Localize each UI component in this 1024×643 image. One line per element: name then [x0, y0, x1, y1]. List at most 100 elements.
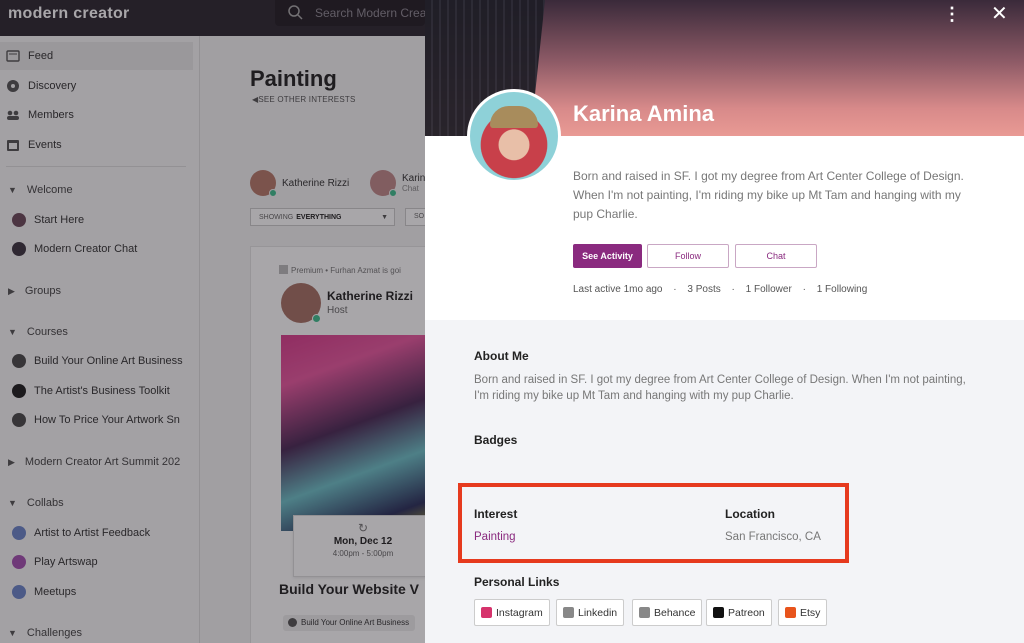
sidebar-item-members[interactable]: Members	[0, 101, 193, 129]
link-etsy[interactable]: Etsy	[778, 599, 828, 626]
location-value: San Francisco, CA	[725, 531, 821, 543]
followers-count[interactable]: 1 Follower	[746, 284, 792, 295]
follow-button[interactable]: Follow	[647, 244, 729, 268]
search-input[interactable]: Search Modern Creator	[315, 6, 440, 20]
premium-icon	[279, 265, 288, 274]
search-icon	[288, 5, 303, 20]
course-icon	[12, 413, 26, 427]
author-name[interactable]: Katherine Rizzi	[327, 289, 413, 303]
filter-select[interactable]: SHOWING EVERYTHING ▼	[250, 208, 395, 226]
sidebar-item-label: Events	[28, 139, 62, 151]
link-linkedin[interactable]: Linkedin	[556, 599, 625, 626]
sidebar-item-label: Modern Creator Chat	[34, 243, 138, 255]
more-options-icon[interactable]: ⋮	[943, 4, 961, 25]
sidebar-item-events[interactable]: Events	[0, 131, 193, 159]
about-heading: About Me	[474, 349, 529, 363]
section-courses[interactable]: ▼ Courses	[8, 326, 68, 338]
sidebar-item-collab[interactable]: Meetups	[12, 582, 192, 602]
link-label: Etsy	[800, 606, 821, 619]
profile-stats: Last active 1mo ago · 3 Posts · 1 Follow…	[573, 284, 875, 295]
sidebar-item-label: Build Your Online Art Business	[34, 355, 183, 367]
post-meta: Premium • Furhan Azmat is goi	[279, 265, 401, 275]
post-meta-text: Premium • Furhan Azmat is goi	[291, 266, 401, 275]
sidebar-item-collab[interactable]: Play Artswap	[12, 552, 192, 572]
posts-count[interactable]: 3 Posts	[687, 284, 720, 295]
channel-icon	[12, 213, 26, 227]
channel-icon	[12, 585, 26, 599]
link-label: Linkedin	[578, 606, 618, 619]
section-summit[interactable]: ▶ Modern Creator Art Summit 202	[8, 456, 180, 468]
interest-heading: Interest	[474, 507, 518, 521]
sidebar-item-feed[interactable]: Feed	[0, 42, 193, 70]
calendar-icon	[7, 140, 19, 151]
course-icon	[12, 354, 26, 368]
link-label: Patreon	[728, 606, 765, 619]
feed-area: Painting ◀SEE OTHER INTERESTS Katherine …	[200, 36, 425, 643]
sort-select[interactable]: SO	[405, 208, 425, 226]
channel-icon	[12, 242, 26, 256]
sidebar-item-discovery[interactable]: Discovery	[0, 72, 193, 100]
feed-icon	[6, 50, 20, 62]
location-heading: Location	[725, 507, 775, 521]
chat-button[interactable]: Chat	[735, 244, 817, 268]
post-image[interactable]	[281, 335, 425, 531]
sidebar-item-course[interactable]: How To Price Your Artwork Sn	[12, 410, 192, 430]
recurring-icon: ↻	[357, 521, 369, 535]
following-count[interactable]: 1 Following	[817, 284, 868, 295]
sidebar-item-course[interactable]: The Artist's Business Toolkit	[12, 381, 192, 401]
link-instagram[interactable]: Instagram	[474, 599, 550, 626]
back-link[interactable]: ◀SEE OTHER INTERESTS	[252, 95, 356, 104]
link-patreon[interactable]: Patreon	[706, 599, 772, 626]
avatar	[370, 170, 397, 197]
section-label: Courses	[26, 326, 68, 338]
host-name: Karin	[402, 173, 425, 184]
interest-link[interactable]: Painting	[474, 531, 516, 543]
highlight-box	[458, 483, 849, 563]
sidebar-item-start-here[interactable]: Start Here	[12, 210, 192, 230]
sidebar-item-label: The Artist's Business Toolkit	[34, 385, 170, 397]
link-behance[interactable]: Behance	[632, 599, 703, 626]
avatar-hat	[490, 106, 538, 128]
profile-name: Karina Amina	[573, 101, 715, 126]
section-welcome[interactable]: ▼ Welcome	[8, 184, 73, 196]
see-activity-button[interactable]: See Activity	[573, 244, 642, 268]
avatar[interactable]	[281, 283, 321, 323]
avatar	[467, 89, 561, 183]
profile-bio: Born and raised in SF. I got my degree f…	[573, 169, 964, 221]
chevron-down-icon: ▼	[381, 213, 388, 221]
sidebar-item-label: Play Artswap	[34, 556, 98, 568]
sidebar-item-modern-creator-chat[interactable]: Modern Creator Chat	[12, 239, 192, 259]
section-collabs[interactable]: ▼ Collabs	[8, 497, 64, 509]
behance-icon	[639, 607, 650, 618]
author-role: Host	[327, 305, 348, 316]
section-groups[interactable]: ▶ Groups	[8, 285, 61, 297]
instagram-icon	[481, 607, 492, 618]
sidebar-item-label: Meetups	[34, 586, 77, 598]
sidebar-item-label: Feed	[28, 50, 54, 62]
sidebar-item-course[interactable]: Build Your Online Art Business	[12, 351, 192, 371]
etsy-icon	[785, 607, 796, 618]
badges-heading: Badges	[474, 433, 518, 447]
search-box[interactable]: Search Modern Creator	[275, 0, 440, 26]
app-logo[interactable]: modern creator	[8, 5, 130, 23]
link-label: Behance	[654, 606, 696, 619]
patreon-icon	[713, 607, 724, 618]
page-title: Painting	[250, 66, 337, 91]
host-chip[interactable]: Karin Chat	[370, 170, 425, 197]
course-chip[interactable]: Build Your Online Art Business	[283, 615, 416, 631]
filter-value: EVERYTHING	[296, 213, 342, 221]
sidebar-item-collab[interactable]: Artist to Artist Feedback	[12, 523, 192, 543]
close-icon[interactable]: ✕	[991, 1, 1008, 26]
avatar	[250, 170, 277, 197]
chevron-right-icon: ▶	[8, 285, 15, 296]
sidebar-item-label: Artist to Artist Feedback	[34, 527, 151, 539]
host-chip[interactable]: Katherine Rizzi	[250, 170, 349, 197]
section-challenges[interactable]: ▼ Challenges	[8, 627, 82, 639]
post-title[interactable]: Build Your Website V	[279, 581, 419, 597]
post-card[interactable]: Premium • Furhan Azmat is goi Katherine …	[250, 246, 425, 643]
members-icon	[7, 110, 19, 120]
back-link-label: SEE OTHER INTERESTS	[258, 95, 356, 104]
channel-icon	[12, 526, 26, 540]
profile-panel: ⋮ ✕ Karina Amina Born and raised in SF. …	[425, 0, 1024, 643]
course-icon	[12, 384, 26, 398]
